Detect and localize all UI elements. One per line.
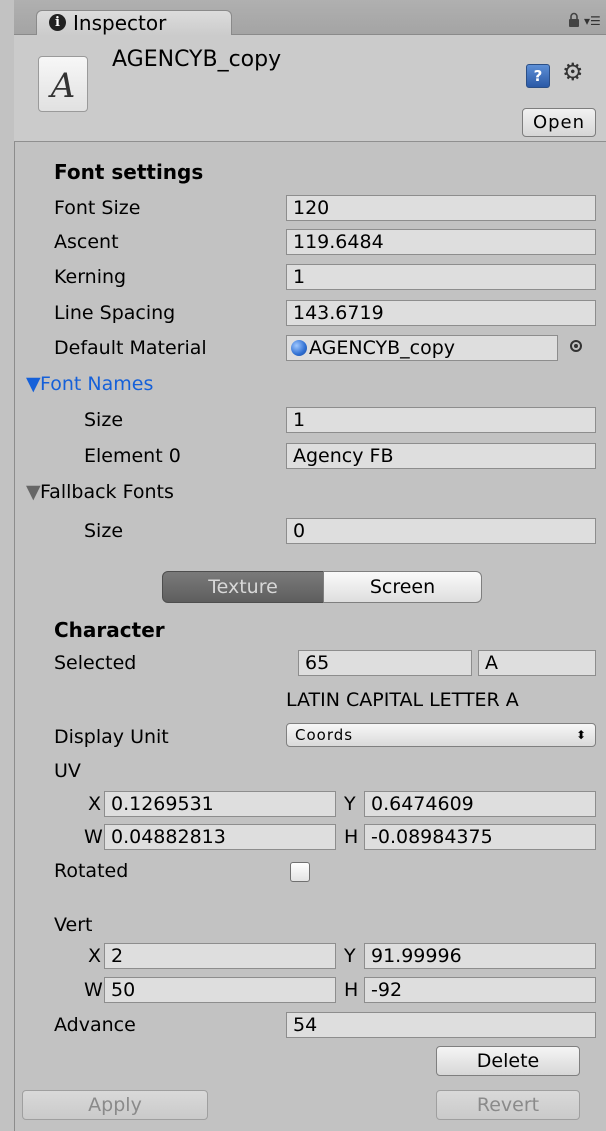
- panel-menu-icon[interactable]: ▾☰: [584, 14, 601, 28]
- texture-toggle[interactable]: Texture: [162, 571, 324, 603]
- font-names-foldout[interactable]: ▼Font Names: [26, 372, 153, 396]
- vert-x-label: X: [88, 945, 102, 967]
- selected-label: Selected: [54, 652, 137, 674]
- font-asset-icon: A: [38, 56, 88, 112]
- uv-w-label: W: [84, 826, 103, 848]
- ascent-field[interactable]: 119.6484: [286, 229, 596, 255]
- font-names-size-field[interactable]: 1: [286, 407, 596, 433]
- kerning-field[interactable]: 1: [286, 264, 596, 290]
- default-material-value: AGENCYB_copy: [309, 337, 456, 359]
- display-unit-dropdown[interactable]: Coords ⬍: [286, 723, 596, 747]
- element0-label: Element 0: [84, 445, 181, 467]
- vert-w-field[interactable]: 50: [104, 977, 336, 1003]
- uv-y-field[interactable]: 0.6474609: [364, 791, 596, 817]
- kerning-label: Kerning: [54, 266, 127, 288]
- default-material-field[interactable]: AGENCYB_copy: [286, 335, 558, 361]
- dropdown-arrows-icon: ⬍: [575, 728, 587, 742]
- vert-h-label: H: [344, 979, 359, 1001]
- vert-x-field[interactable]: 2: [104, 943, 336, 969]
- uv-w-field[interactable]: 0.04882813: [104, 824, 336, 850]
- uv-y-label: Y: [344, 793, 356, 815]
- vert-h-field[interactable]: -92: [364, 977, 596, 1003]
- rotated-label: Rotated: [54, 860, 129, 882]
- uv-h-label: H: [344, 826, 359, 848]
- vert-label: Vert: [54, 914, 93, 936]
- font-names-label: Font Names: [40, 373, 154, 395]
- line-spacing-label: Line Spacing: [54, 302, 176, 324]
- uv-x-label: X: [88, 793, 102, 815]
- line-spacing-field[interactable]: 143.6719: [286, 300, 596, 326]
- font-settings-heading: Font settings: [54, 160, 204, 184]
- ascent-label: Ascent: [54, 231, 119, 253]
- selected-code-field[interactable]: 65: [298, 650, 472, 676]
- uv-h-field[interactable]: -0.08984375: [364, 824, 596, 850]
- font-names-size-label: Size: [84, 409, 124, 431]
- delete-button[interactable]: Delete: [436, 1046, 580, 1076]
- rotated-checkbox[interactable]: [290, 862, 310, 882]
- display-unit-label: Display Unit: [54, 726, 169, 748]
- font-size-label: Font Size: [54, 197, 141, 219]
- vert-w-label: W: [84, 979, 103, 1001]
- foldout-expanded-icon: ▼: [26, 481, 41, 503]
- tab-label: Inspector: [73, 11, 167, 35]
- character-heading: Character: [54, 618, 165, 642]
- default-material-label: Default Material: [54, 337, 207, 359]
- element0-field[interactable]: Agency FB: [286, 443, 596, 469]
- advance-label: Advance: [54, 1014, 136, 1036]
- lock-icon[interactable]: [568, 12, 580, 28]
- fallback-fonts-foldout[interactable]: ▼Fallback Fonts: [26, 480, 174, 504]
- gear-icon[interactable]: ⚙: [562, 58, 584, 86]
- asset-header: A AGENCYB_copy ? ⚙ Open: [14, 35, 606, 142]
- font-size-field[interactable]: 120: [286, 195, 596, 221]
- object-picker-icon[interactable]: [570, 340, 582, 352]
- help-icon[interactable]: ?: [526, 64, 550, 88]
- vert-y-label: Y: [344, 945, 356, 967]
- apply-button[interactable]: Apply: [22, 1090, 208, 1120]
- info-icon: i: [49, 14, 66, 31]
- tab-inspector[interactable]: i Inspector: [36, 10, 232, 36]
- fallback-size-label: Size: [84, 520, 124, 542]
- open-button[interactable]: Open: [522, 108, 596, 137]
- character-name: LATIN CAPITAL LETTER A: [286, 689, 519, 711]
- advance-field[interactable]: 54: [286, 1012, 596, 1038]
- uv-x-field[interactable]: 0.1269531: [104, 791, 336, 817]
- revert-button[interactable]: Revert: [436, 1090, 580, 1120]
- uv-label: UV: [54, 760, 81, 782]
- display-unit-value: Coords: [295, 726, 354, 744]
- vert-y-field[interactable]: 91.99996: [364, 943, 596, 969]
- fallback-fonts-label: Fallback Fonts: [40, 481, 174, 503]
- material-icon: [291, 340, 307, 356]
- selected-char-field[interactable]: A: [478, 650, 596, 676]
- fallback-size-field[interactable]: 0: [286, 518, 596, 544]
- asset-name: AGENCYB_copy: [112, 47, 282, 72]
- foldout-expanded-icon: ▼: [26, 373, 41, 395]
- screen-toggle[interactable]: Screen: [323, 571, 482, 603]
